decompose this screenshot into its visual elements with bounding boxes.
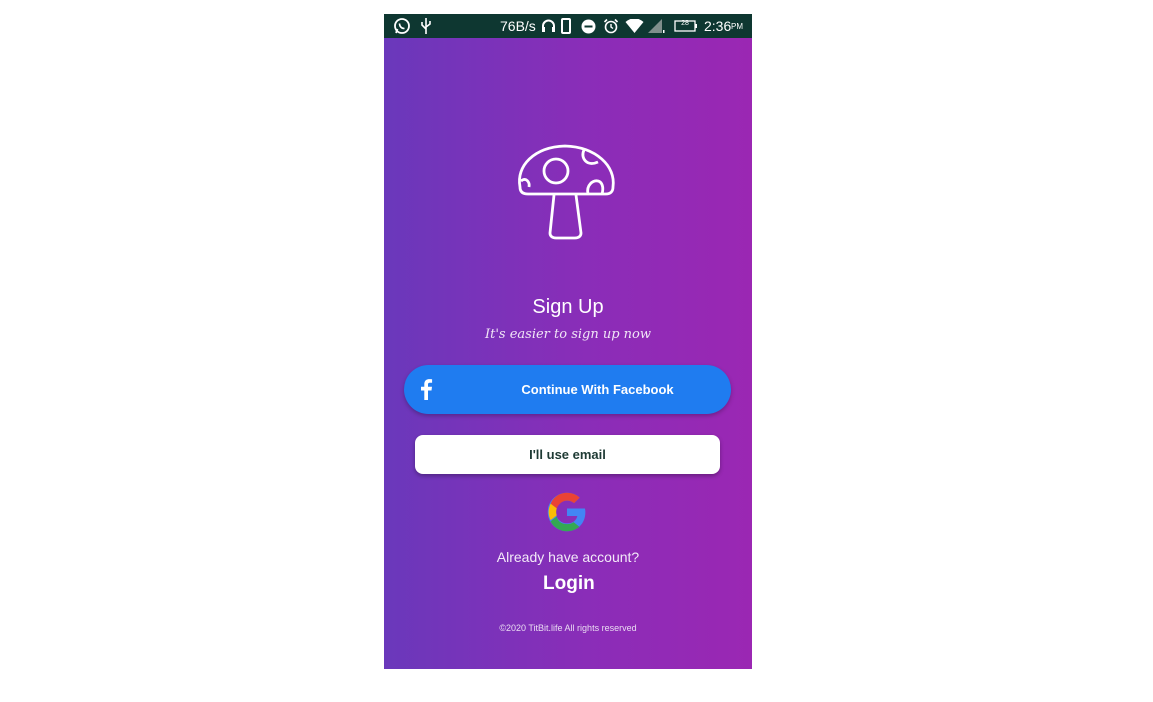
battery-level: 28 [681, 20, 689, 27]
alarm-icon [602, 17, 619, 35]
already-have-account-text: Already have account? [496, 549, 640, 565]
facebook-button-label: Continue With Facebook [521, 382, 674, 397]
do-not-disturb-icon [580, 17, 596, 35]
use-email-button[interactable]: I'll use email [415, 435, 720, 474]
page-title: Sign Up [532, 296, 604, 318]
clock-time: 2:36 [704, 18, 732, 34]
phone-icon [560, 17, 572, 35]
network-speed: 76B/s [500, 18, 536, 34]
wifi-icon [624, 17, 644, 35]
status-bar: 76B/s 28 2:36 PM [384, 14, 752, 38]
page-subtitle: It's easier to sign up now [484, 327, 652, 342]
continue-with-facebook-button[interactable]: Continue With Facebook [404, 365, 731, 414]
copyright-text: ©2020 TitBit.life All rights reserved [499, 623, 637, 633]
phone-screen: 76B/s 28 2:36 PM Sign Up It's easier to … [384, 14, 752, 669]
battery-icon: 28 [674, 17, 698, 35]
login-link[interactable]: Login [543, 573, 595, 595]
cell-signal-icon [647, 17, 665, 35]
mushroom-icon [518, 144, 615, 240]
clock-ampm: PM [731, 22, 743, 31]
usb-icon [419, 17, 433, 35]
google-icon[interactable] [546, 491, 588, 533]
headset-icon [540, 17, 556, 35]
facebook-icon [418, 378, 434, 402]
email-button-label: I'll use email [529, 447, 606, 462]
whatsapp-icon [392, 17, 412, 35]
